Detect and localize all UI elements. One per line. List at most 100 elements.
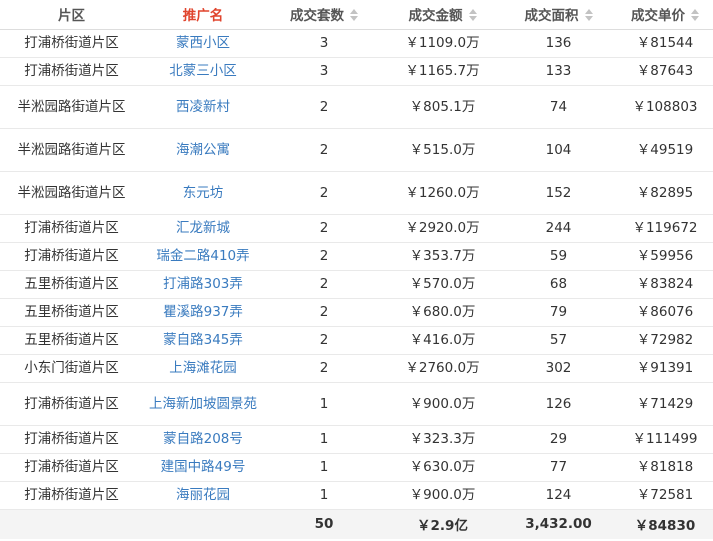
cell-district: 打浦桥街道片区 [0,481,143,510]
total-amount: ￥2.9亿 [385,508,500,539]
cell-name-link[interactable]: 海潮公寓 [143,128,263,172]
cell-price: ￥83824 [617,270,713,299]
table-row: 半淞园路街道片区 西凌新村 2 ￥805.1万 74 ￥108803 [0,85,713,129]
cell-name-link[interactable]: 蒙自路345弄 [143,326,263,355]
cell-name-link[interactable]: 北蒙三小区 [143,57,263,86]
cell-name-link[interactable]: 瞿溪路937弄 [143,298,263,327]
cell-area: 302 [500,354,617,383]
cell-count: 2 [263,171,385,215]
cell-district: 打浦桥街道片区 [0,382,143,426]
cell-amount: ￥416.0万 [385,326,500,355]
cell-area: 152 [500,171,617,215]
cell-amount: ￥900.0万 [385,481,500,510]
header-label: 片区 [58,8,85,25]
cell-price: ￥111499 [617,425,713,454]
table-body: 打浦桥街道片区 蒙西小区 3 ￥1109.0万 136 ￥81544 打浦桥街道片区 北蒙三小… [0,29,713,510]
total-name [143,508,263,539]
cell-price: ￥59956 [617,242,713,271]
table-row: 五里桥街道片区 瞿溪路937弄 2 ￥680.0万 79 ￥86076 [0,298,713,327]
cell-price: ￥81544 [617,29,713,58]
cell-count: 2 [263,214,385,243]
cell-name-link[interactable]: 上海滩花园 [143,354,263,383]
cell-count: 1 [263,481,385,510]
sort-icon[interactable] [350,9,358,22]
cell-area: 57 [500,326,617,355]
total-district [0,508,143,539]
header-label: 成交金额 [408,8,463,25]
cell-name-link[interactable]: 蒙自路208号 [143,425,263,454]
cell-area: 126 [500,382,617,426]
totals-row: 50 ￥2.9亿 3,432.00 ￥84830 [0,508,713,539]
transaction-table: 片区 推广名 成交套数 成交金额 成交面积 成交单价 打浦桥街道片区 蒙西小区 3 ￥1109.… [0,0,713,539]
cell-price: ￥87643 [617,57,713,86]
header-amount[interactable]: 成交金额 [385,0,500,30]
cell-name-link[interactable]: 西凌新村 [143,85,263,129]
cell-name-link[interactable]: 汇龙新城 [143,214,263,243]
cell-district: 打浦桥街道片区 [0,453,143,482]
cell-area: 68 [500,270,617,299]
cell-name-link[interactable]: 海丽花园 [143,481,263,510]
cell-amount: ￥630.0万 [385,453,500,482]
table-row: 打浦桥街道片区 蒙西小区 3 ￥1109.0万 136 ￥81544 [0,29,713,58]
cell-district: 半淞园路街道片区 [0,85,143,129]
cell-count: 1 [263,382,385,426]
cell-price: ￥72982 [617,326,713,355]
cell-price: ￥86076 [617,298,713,327]
cell-count: 3 [263,57,385,86]
cell-amount: ￥805.1万 [385,85,500,129]
cell-amount: ￥2760.0万 [385,354,500,383]
total-count: 50 [263,508,385,539]
cell-name-link[interactable]: 打浦路303弄 [143,270,263,299]
cell-name-link[interactable]: 蒙西小区 [143,29,263,58]
cell-amount: ￥1165.7万 [385,57,500,86]
cell-district: 小东门街道片区 [0,354,143,383]
cell-amount: ￥2920.0万 [385,214,500,243]
header-price[interactable]: 成交单价 [617,0,713,30]
cell-price: ￥71429 [617,382,713,426]
cell-name-link[interactable]: 建国中路49号 [143,453,263,482]
cell-district: 打浦桥街道片区 [0,425,143,454]
table-row: 打浦桥街道片区 海丽花园 1 ￥900.0万 124 ￥72581 [0,481,713,510]
cell-district: 打浦桥街道片区 [0,214,143,243]
table-header-row: 片区 推广名 成交套数 成交金额 成交面积 成交单价 [0,0,713,30]
table-row: 打浦桥街道片区 蒙自路208号 1 ￥323.3万 29 ￥111499 [0,425,713,454]
sort-icon[interactable] [691,9,699,22]
total-area: 3,432.00 [500,508,617,539]
cell-count: 2 [263,242,385,271]
cell-district: 五里桥街道片区 [0,270,143,299]
table-row: 半淞园路街道片区 海潮公寓 2 ￥515.0万 104 ￥49519 [0,128,713,172]
cell-amount: ￥680.0万 [385,298,500,327]
sort-icon[interactable] [468,9,477,22]
cell-price: ￥119672 [617,214,713,243]
cell-price: ￥81818 [617,453,713,482]
total-price: ￥84830 [617,508,713,539]
header-area[interactable]: 成交面积 [500,0,617,30]
cell-name-link[interactable]: 瑞金二路410弄 [143,242,263,271]
cell-district: 打浦桥街道片区 [0,57,143,86]
cell-count: 1 [263,453,385,482]
header-district: 片区 [0,0,143,30]
cell-district: 半淞园路街道片区 [0,128,143,172]
cell-amount: ￥1260.0万 [385,171,500,215]
cell-price: ￥72581 [617,481,713,510]
header-count[interactable]: 成交套数 [263,0,385,30]
table-row: 小东门街道片区 上海滩花园 2 ￥2760.0万 302 ￥91391 [0,354,713,383]
table-row: 打浦桥街道片区 北蒙三小区 3 ￥1165.7万 133 ￥87643 [0,57,713,86]
cell-price: ￥49519 [617,128,713,172]
cell-area: 79 [500,298,617,327]
cell-name-link[interactable]: 上海新加坡圆景苑 [143,382,263,426]
table-row: 打浦桥街道片区 汇龙新城 2 ￥2920.0万 244 ￥119672 [0,214,713,243]
cell-area: 29 [500,425,617,454]
cell-area: 136 [500,29,617,58]
header-label: 成交面积 [524,8,579,25]
cell-amount: ￥1109.0万 [385,29,500,58]
sort-icon[interactable] [584,9,593,22]
cell-count: 2 [263,354,385,383]
cell-area: 133 [500,57,617,86]
table-row: 打浦桥街道片区 上海新加坡圆景苑 1 ￥900.0万 126 ￥71429 [0,382,713,426]
cell-count: 2 [263,298,385,327]
table-row: 打浦桥街道片区 瑞金二路410弄 2 ￥353.7万 59 ￥59956 [0,242,713,271]
cell-name-link[interactable]: 东元坊 [143,171,263,215]
header-label: 推广名 [182,8,224,25]
cell-count: 3 [263,29,385,58]
